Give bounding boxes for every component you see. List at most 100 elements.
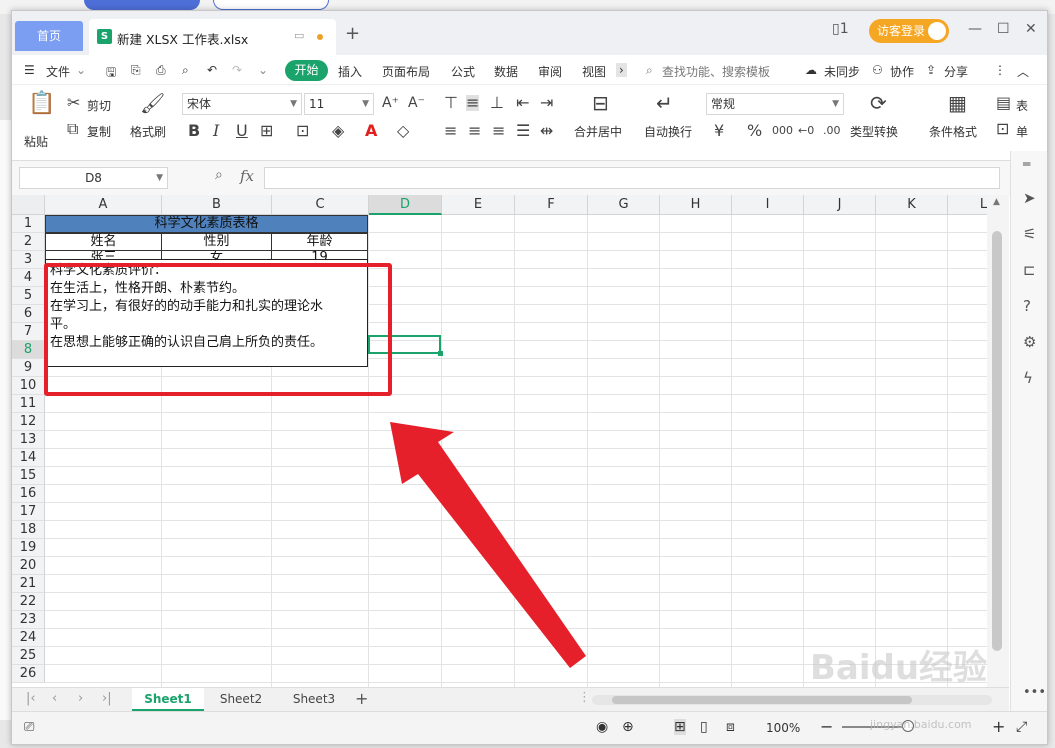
minimize-icon[interactable]: —: [968, 21, 982, 37]
zoom-in-icon[interactable]: +: [992, 717, 1005, 736]
tab-review[interactable]: 审阅: [538, 63, 562, 80]
merge-center-icon[interactable]: ⊟: [592, 93, 609, 113]
cut-icon[interactable]: ✂: [67, 95, 80, 111]
row-header-15[interactable]: 15: [12, 467, 45, 485]
row-header-1[interactable]: 1: [12, 215, 45, 233]
column-header-l[interactable]: L: [948, 195, 987, 215]
page-break-view-icon[interactable]: ⧈: [726, 719, 735, 735]
cross-highlight-icon[interactable]: ⊕: [622, 719, 634, 735]
close-icon[interactable]: ✕: [1025, 21, 1037, 37]
share-icon[interactable]: ⇪: [926, 63, 936, 77]
distribute-icon[interactable]: ⇹: [540, 123, 553, 139]
more-dots-icon[interactable]: •••: [1023, 685, 1046, 700]
copy-button[interactable]: 复制: [87, 123, 111, 140]
guest-login-button[interactable]: 访客登录: [869, 19, 949, 43]
tab-page-layout[interactable]: 页面布局: [382, 63, 430, 80]
percent-icon[interactable]: %: [747, 123, 762, 139]
collapse-ribbon-icon[interactable]: ︿: [1017, 63, 1029, 80]
row-header-21[interactable]: 21: [12, 575, 45, 593]
border-icon[interactable]: ⊞: [260, 123, 273, 139]
sheet-tab-sheet2[interactable]: Sheet2: [205, 688, 277, 711]
fx-icon[interactable]: fx: [240, 167, 254, 185]
number-format-select[interactable]: 常规 ▼: [706, 93, 844, 115]
splitter-icon[interactable]: ⋮: [578, 690, 591, 705]
document-tab[interactable]: S 新建 XLSX 工作表.xlsx ▭: [89, 19, 336, 55]
decrease-decimal-icon[interactable]: .00: [823, 123, 841, 139]
row-header-26[interactable]: 26: [12, 665, 45, 683]
unsync-button[interactable]: 未同步: [824, 63, 860, 80]
header-cell-age[interactable]: 年龄: [271, 233, 368, 251]
first-sheet-icon[interactable]: |‹: [26, 691, 36, 706]
fullscreen-icon[interactable]: ⤢: [1016, 719, 1027, 735]
spreadsheet-grid[interactable]: 26 25 24 23 22 21 20 19 18 17 16 15 14 13 12 11 10 9 8 7 6 5 4…: [12, 195, 987, 695]
row-header-20[interactable]: 20: [12, 557, 45, 575]
indent-increase-icon[interactable]: ⇥: [540, 95, 553, 111]
tab-data[interactable]: 数据: [494, 63, 518, 80]
bold-icon[interactable]: B: [188, 123, 200, 139]
tab-start[interactable]: 开始: [285, 60, 328, 81]
type-convert-button[interactable]: 类型转换: [850, 123, 898, 140]
save-icon[interactable]: 🖫: [106, 63, 116, 84]
format-painter-icon[interactable]: 🖌: [140, 93, 165, 113]
italic-icon[interactable]: I: [213, 123, 219, 139]
header-cell-name[interactable]: 姓名: [45, 233, 162, 251]
export-pdf-icon[interactable]: ⎘: [131, 63, 141, 78]
next-sheet-icon[interactable]: ›: [78, 691, 83, 706]
column-header-c[interactable]: C: [272, 195, 369, 215]
row-header-23[interactable]: 23: [12, 611, 45, 629]
justify-icon[interactable]: ☰: [516, 123, 530, 139]
help-icon[interactable]: ?: [1023, 297, 1031, 315]
zoom-level[interactable]: 100%: [766, 721, 800, 735]
merged-title-cell[interactable]: 科学文化素质表格: [45, 215, 368, 233]
format-painter-button[interactable]: 格式刷: [130, 123, 166, 140]
collab-button[interactable]: 协作: [890, 63, 914, 80]
fill-color-icon[interactable]: ◈: [332, 123, 344, 139]
zoom-out-icon[interactable]: −: [820, 717, 833, 736]
sheet-tab-sheet3[interactable]: Sheet3: [278, 688, 350, 711]
indent-decrease-icon[interactable]: ⇤: [516, 95, 529, 111]
row-header-12[interactable]: 12: [12, 413, 45, 431]
lightning-icon[interactable]: ϟ: [1023, 369, 1033, 387]
column-header-f[interactable]: F: [515, 195, 588, 215]
column-header-h[interactable]: H: [660, 195, 732, 215]
prev-sheet-icon[interactable]: ‹: [52, 691, 57, 706]
conditional-format-icon[interactable]: ▦: [948, 93, 967, 113]
column-header-k[interactable]: K: [876, 195, 948, 215]
underline-icon[interactable]: U: [236, 123, 248, 139]
sheet-tab-sheet1[interactable]: Sheet1: [132, 688, 204, 711]
home-tab[interactable]: 首页: [15, 21, 83, 51]
sidebar-handle-icon[interactable]: ═: [1023, 157, 1030, 171]
type-convert-icon[interactable]: ⟳: [870, 93, 887, 113]
more-options-icon[interactable]: ⋮: [994, 63, 1006, 77]
print-icon[interactable]: ⎙: [156, 63, 166, 78]
column-header-a[interactable]: A: [45, 195, 162, 215]
column-header-d[interactable]: D: [369, 195, 442, 215]
tab-view[interactable]: 视图: [582, 63, 606, 80]
adjust-icon[interactable]: ⚟: [1023, 225, 1036, 243]
increase-font-icon[interactable]: A⁺: [382, 95, 399, 111]
row-header-2[interactable]: 2: [12, 233, 45, 251]
row-header-22[interactable]: 22: [12, 593, 45, 611]
pointer-icon[interactable]: ➤: [1023, 189, 1036, 207]
search-icon[interactable]: ⌕: [646, 63, 653, 78]
single-cell-button[interactable]: 单: [1016, 123, 1028, 140]
undo-icon[interactable]: ↶: [207, 63, 217, 77]
select-all-corner[interactable]: [12, 195, 45, 215]
column-header-e[interactable]: E: [442, 195, 515, 215]
thousands-icon[interactable]: 000: [772, 123, 793, 139]
paste-button[interactable]: 粘贴: [24, 133, 48, 150]
table-style-icon[interactable]: ▤: [996, 95, 1011, 111]
zoom-icon[interactable]: ⌕: [215, 167, 223, 183]
cut-button[interactable]: 剪切: [87, 97, 111, 114]
horizontal-scrollbar[interactable]: [592, 695, 992, 705]
macro-icon[interactable]: ⎚: [24, 720, 34, 735]
paste-icon[interactable]: 📋: [28, 93, 55, 115]
row-header-6[interactable]: 6: [12, 305, 45, 323]
align-bottom-icon[interactable]: ⊥: [490, 95, 504, 111]
hamburger-icon[interactable]: ☰: [24, 63, 35, 77]
row-header-9[interactable]: 9: [12, 359, 45, 377]
last-sheet-icon[interactable]: ›|: [102, 691, 112, 706]
clear-format-icon[interactable]: ◇: [397, 123, 409, 139]
vertical-scrollbar[interactable]: ▲: [987, 195, 1009, 695]
normal-view-icon[interactable]: ⊞: [674, 719, 686, 735]
